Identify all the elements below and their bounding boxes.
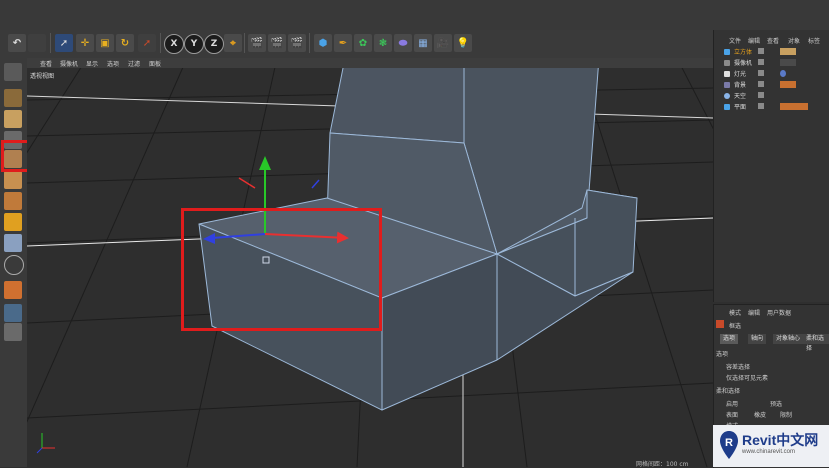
visibility-toggle-icon[interactable] [758, 70, 764, 76]
pen-spline-icon[interactable]: ✒ [334, 34, 352, 52]
toolbar-separator [50, 33, 51, 53]
render-settings-icon[interactable]: 🎬 [288, 34, 306, 52]
polygons-mode-icon[interactable] [4, 192, 22, 210]
select-arrow-icon[interactable]: ➚ [55, 34, 73, 52]
object-menu-view[interactable]: 查看 [767, 36, 779, 45]
render-view-icon[interactable]: 🎬 [248, 34, 266, 52]
material-tag-icon[interactable] [780, 81, 796, 88]
attr-title: 框选 [729, 323, 742, 330]
object-menu-edit[interactable]: 编辑 [748, 36, 760, 45]
option-rubber[interactable]: 橡皮 [754, 410, 766, 419]
object-menu-file[interactable]: 文件 [729, 36, 741, 45]
object-manager-panel [713, 30, 829, 302]
attr-menu-mode[interactable]: 模式 [729, 308, 741, 317]
material-tag-icon[interactable] [780, 103, 808, 110]
x-axis-lock-button[interactable]: X [164, 34, 184, 54]
z-axis-lock-button[interactable]: Z [204, 34, 224, 54]
magnet-icon[interactable] [4, 281, 22, 299]
scale-icon[interactable]: ▣ [96, 34, 114, 52]
tag-icon[interactable] [780, 59, 796, 66]
cube-primitive-icon[interactable]: ⬢ [314, 34, 332, 52]
axis-indicator [36, 433, 55, 454]
subdivision-icon[interactable]: ✿ [354, 34, 372, 52]
attr-menu-user-data[interactable]: 用户数据 [767, 308, 791, 317]
option-restrict[interactable]: 限制 [780, 410, 792, 419]
rotate-icon[interactable]: ↻ [116, 34, 134, 52]
plane-object-icon [724, 104, 730, 110]
enable-axis-icon[interactable] [4, 213, 22, 231]
option-only-visible[interactable]: 仅选择可见元素 [726, 373, 768, 382]
title-strip [0, 0, 829, 30]
option-enable[interactable]: 启用 [726, 399, 738, 408]
sky-object-icon [724, 93, 730, 99]
option-surface[interactable]: 表面 [726, 410, 738, 419]
watermark-url: www.chinarevit.com [742, 449, 796, 455]
visibility-toggle-icon[interactable] [758, 48, 764, 54]
light-icon[interactable]: 💡 [454, 34, 472, 52]
toolbar-separator [160, 33, 161, 53]
texture-mode-icon[interactable] [4, 110, 22, 128]
undo-icon[interactable]: ↶ [8, 34, 26, 52]
viewport-menu-panel[interactable]: 面板 [149, 59, 161, 68]
toolbar-separator [309, 33, 310, 53]
highlight-box-seat-polygon [181, 208, 382, 331]
object-menu-objects[interactable]: 对象 [788, 36, 800, 45]
attr-menu-edit[interactable]: 编辑 [748, 308, 760, 317]
deformer-icon[interactable]: ⬬ [394, 34, 412, 52]
visibility-toggle-icon[interactable] [758, 81, 764, 87]
layer-icon[interactable] [4, 323, 22, 341]
revit-logo-icon: R [720, 431, 738, 459]
move-icon[interactable]: ✛ [76, 34, 94, 52]
light-object-icon [724, 71, 730, 77]
viewport-menu-options[interactable]: 选项 [107, 59, 119, 68]
tab-options[interactable]: 选项 [720, 334, 739, 344]
texture-tag-icon[interactable] [780, 48, 796, 55]
option-tolerance-select[interactable]: 容差选择 [726, 362, 750, 371]
watermark-title: Revit中文网 [742, 432, 819, 448]
coordinate-system-icon[interactable]: ⌖ [224, 34, 242, 52]
grid-lock-icon[interactable] [4, 304, 22, 322]
object-row-cube[interactable]: 立方体 [734, 47, 752, 56]
background-object-icon [724, 82, 730, 88]
viewport-label: 透视视图 [30, 73, 55, 80]
make-editable-icon[interactable] [4, 63, 22, 81]
tab-axis[interactable]: 轴向 [748, 334, 767, 344]
viewport-menu-camera[interactable]: 摄像机 [60, 59, 78, 68]
visibility-toggle-icon[interactable] [758, 92, 764, 98]
array-icon[interactable]: ❃ [374, 34, 392, 52]
tag-icon[interactable] [780, 70, 786, 77]
floor-icon[interactable]: ▦ [414, 34, 432, 52]
render-picture-viewer-icon[interactable]: 🎬 [268, 34, 286, 52]
viewport-menu-view[interactable]: 查看 [40, 59, 52, 68]
object-row-camera[interactable]: 摄像机 [734, 58, 752, 67]
section-options: 选项 [716, 351, 729, 358]
cube-object-icon [724, 49, 730, 55]
camera-icon[interactable]: 🎥 [434, 34, 452, 52]
object-row-light[interactable]: 灯光 [734, 69, 746, 78]
model-mode-icon[interactable] [4, 89, 22, 107]
svg-text:R: R [725, 437, 733, 449]
section-soft-selection: 柔和选择 [716, 388, 741, 395]
object-menu-tags[interactable]: 标签 [808, 36, 820, 45]
y-axis-lock-button[interactable]: Y [184, 34, 204, 54]
tab-object-axis[interactable]: 对象轴心 [773, 334, 804, 344]
viewport-menu-filter[interactable]: 过滤 [128, 59, 140, 68]
camera-object-icon [724, 60, 730, 66]
recent-tool-icon[interactable]: ➚ [138, 34, 156, 52]
object-row-sky[interactable]: 天空 [734, 91, 746, 100]
edges-mode-icon[interactable] [4, 171, 22, 189]
toolbar-separator [244, 33, 245, 53]
viewport-menu-display[interactable]: 显示 [86, 59, 98, 68]
option-preview[interactable]: 预选 [770, 399, 782, 408]
snap-icon[interactable] [4, 255, 24, 275]
object-row-plane[interactable]: 平面 [734, 102, 746, 111]
visibility-toggle-icon[interactable] [758, 103, 764, 109]
object-row-background[interactable]: 背景 [734, 80, 746, 89]
visibility-toggle-icon[interactable] [758, 59, 764, 65]
live-selection-icon [716, 320, 724, 328]
redo-icon[interactable] [28, 34, 46, 52]
tab-soft-selection[interactable]: 柔和选择 [803, 334, 829, 352]
tweak-icon[interactable] [4, 234, 22, 252]
